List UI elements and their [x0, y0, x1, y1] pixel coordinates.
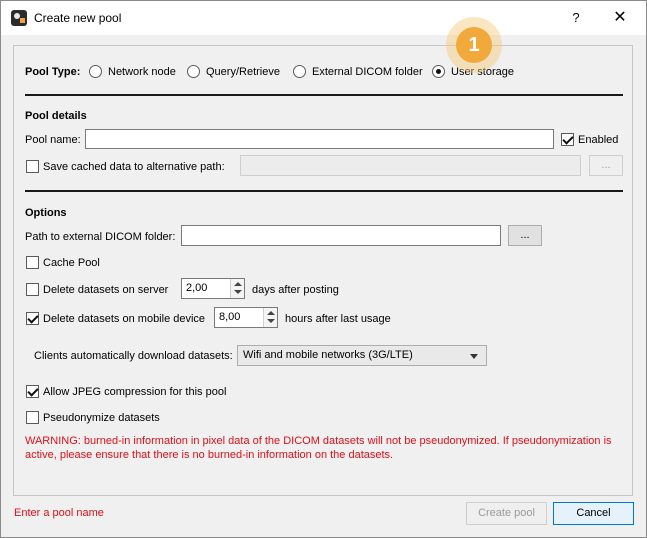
pool-details-heading: Pool details [25, 110, 87, 122]
divider [25, 190, 623, 192]
delete-mobile-checkbox[interactable] [26, 312, 39, 325]
pool-name-input[interactable] [85, 129, 554, 149]
radio-user-storage[interactable] [432, 65, 445, 78]
save-cached-label[interactable]: Save cached data to alternative path: [43, 161, 225, 173]
radio-external-dicom-folder[interactable] [293, 65, 306, 78]
app-logo-icon [11, 10, 27, 26]
pool-name-label: Pool name: [25, 134, 81, 146]
pool-type-label: Pool Type: [25, 66, 81, 78]
delete-server-value: 2,00 [186, 282, 208, 294]
enabled-checkbox[interactable] [561, 133, 574, 146]
status-message: Enter a pool name [14, 507, 104, 519]
pseudonymization-warning: WARNING: burned-in information in pixel … [25, 435, 612, 461]
clients-download-select[interactable]: Wifi and mobile networks (3G/LTE) [237, 345, 487, 366]
cache-pool-checkbox[interactable] [26, 256, 39, 269]
dialog-panel: Pool Type: Network node Query/Retrieve E… [13, 45, 633, 496]
clients-download-label: Clients automatically download datasets: [34, 350, 233, 362]
help-button[interactable]: ? [566, 8, 586, 28]
delete-server-checkbox[interactable] [26, 283, 39, 296]
radio-network-node-label[interactable]: Network node [108, 66, 176, 78]
spin-arrows[interactable] [230, 279, 244, 298]
delete-mobile-label[interactable]: Delete datasets on mobile device [43, 313, 205, 325]
spin-down-icon[interactable] [234, 290, 242, 294]
enabled-label[interactable]: Enabled [578, 134, 618, 146]
delete-server-label[interactable]: Delete datasets on server [43, 284, 168, 296]
step-marker: 1 [446, 17, 502, 73]
path-label: Path to external DICOM folder: [25, 231, 176, 243]
alt-path-browse-button[interactable]: ... [589, 155, 623, 176]
title-bar: Create new pool ? ✕ [1, 1, 646, 35]
cache-pool-label[interactable]: Cache Pool [43, 257, 100, 269]
cancel-button[interactable]: Cancel [553, 502, 634, 525]
step-marker-number: 1 [456, 27, 492, 63]
radio-external-dicom-folder-label[interactable]: External DICOM folder [312, 66, 423, 78]
delete-mobile-suffix: hours after last usage [285, 313, 391, 325]
radio-query-retrieve-label[interactable]: Query/Retrieve [206, 66, 280, 78]
clients-download-value: Wifi and mobile networks (3G/LTE) [243, 349, 413, 361]
chevron-down-icon [470, 354, 478, 359]
delete-mobile-spinbox[interactable]: 8,00 [214, 307, 278, 328]
delete-server-suffix: days after posting [252, 284, 339, 296]
window-title: Create new pool [34, 11, 122, 25]
radio-query-retrieve[interactable] [187, 65, 200, 78]
options-heading: Options [25, 207, 67, 219]
divider [25, 94, 623, 96]
save-cached-checkbox[interactable] [26, 160, 39, 173]
pseudonymize-checkbox[interactable] [26, 411, 39, 424]
spin-up-icon[interactable] [267, 311, 275, 315]
external-path-input[interactable] [181, 225, 501, 246]
close-button[interactable]: ✕ [610, 8, 630, 28]
jpeg-compression-checkbox[interactable] [26, 385, 39, 398]
alt-path-input[interactable] [240, 155, 581, 176]
delete-server-spinbox[interactable]: 2,00 [181, 278, 245, 299]
delete-mobile-value: 8,00 [219, 311, 241, 323]
external-path-browse-button[interactable]: ... [508, 225, 542, 246]
spin-up-icon[interactable] [234, 282, 242, 286]
radio-network-node[interactable] [89, 65, 102, 78]
spin-arrows[interactable] [263, 308, 277, 327]
create-pool-dialog: Create new pool ? ✕ Pool Type: Network n… [0, 0, 647, 538]
spin-down-icon[interactable] [267, 319, 275, 323]
create-pool-button[interactable]: Create pool [466, 502, 547, 525]
pseudonymize-label[interactable]: Pseudonymize datasets [43, 412, 160, 424]
jpeg-compression-label[interactable]: Allow JPEG compression for this pool [43, 386, 226, 398]
